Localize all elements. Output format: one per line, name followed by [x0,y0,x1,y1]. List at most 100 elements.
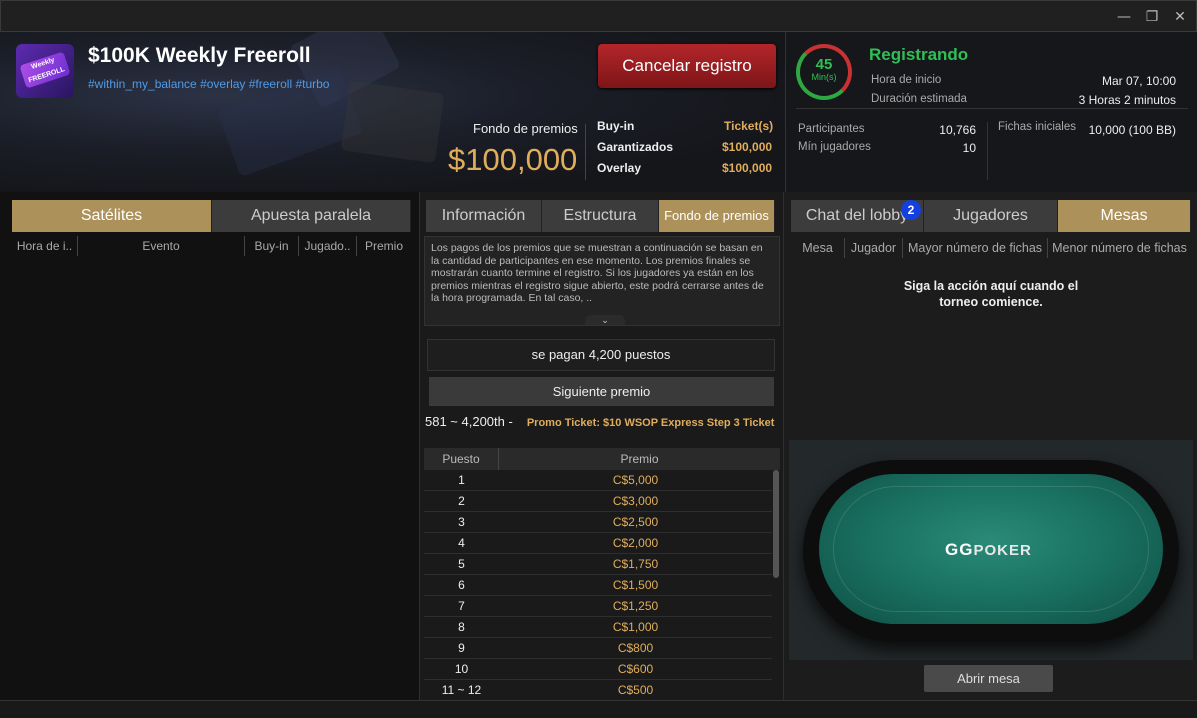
duration-value: 3 Horas 2 minutos [1078,93,1176,107]
message-line-2: torneo comience. [939,295,1043,309]
prize-table-scrollbar[interactable] [773,470,779,578]
poker-table-preview: GGPOKER [789,440,1193,660]
prize-cell: C$1,500 [612,578,659,592]
payout-info-body: Los pagos de los premios que se muestran… [431,242,764,304]
tables-panel: Chat del lobby 2 Jugadores Mesas Mesa Ju… [785,192,1197,700]
payout-info-text: Los pagos de los premios que se muestran… [424,236,780,326]
duration-label: Duración estimada [871,93,967,105]
paid-places: se pagan 4,200 puestos [427,339,775,371]
place-cell: 9 [458,641,465,655]
col-event[interactable]: Evento [78,236,245,256]
window-titlebar: — ❐ ✕ [0,0,1197,32]
prize-cell: C$600 [617,662,654,676]
prize-cell: C$2,000 [612,536,659,550]
table-row: 4 C$2,000 [424,533,772,554]
place-cell: 11 ~ 12 [441,683,482,697]
prize-cell: C$1,750 [612,557,659,571]
tournament-header: Weekly FREEROLL $100K Weekly Freeroll #w… [0,32,1197,192]
tab-lobby-chat-label: Chat del lobby [805,207,909,224]
tables-empty-message: Siga la acción aquí cuando el torneo com… [785,278,1197,310]
guaranteed-label: Garantizados [597,140,674,154]
col-least-chips[interactable]: Menor número de fichas [1048,238,1191,258]
tab-information[interactable]: Información [426,200,542,232]
buyin-value: Ticket(s) [724,119,774,133]
ggpoker-logo-gg: GG [945,540,974,559]
prize-table-header: Puesto Premio [424,448,780,470]
tournament-logo: Weekly FREEROLL [16,44,74,98]
status-divider [796,108,1188,109]
minimize-icon[interactable]: — [1114,7,1134,27]
close-icon[interactable]: ✕ [1170,7,1190,27]
prize-cell: C$2,500 [612,515,659,529]
place-cell: 6 [458,578,465,592]
logo-text: Weekly FREEROLL [19,51,71,89]
table-row: 3 C$2,500 [424,512,772,533]
next-prize-row: 581 ~ 4,200th - Promo Ticket: $10 WSOP Ex… [425,414,785,429]
tables-header: Mesa Jugador Mayor número de fichas Meno… [791,238,1191,258]
tab-prize-pool[interactable]: Fondo de premios [659,200,775,232]
tab-tables[interactable]: Mesas [1058,200,1191,232]
prize-cell: C$1,000 [612,620,659,634]
overlay-value: $100,000 [722,161,773,175]
buyin-label: Buy-in [597,119,635,133]
prize-cell: C$3,000 [612,494,659,508]
col-most-chips[interactable]: Mayor número de fichas [903,238,1048,258]
prize-pool-panel: Información Estructura Fondo de premios … [420,192,785,701]
countdown-timer: 45 Min(s) [796,44,852,100]
place-cell: 4 [458,536,465,550]
table-row: 1 C$5,000 [424,470,772,491]
col-start-time[interactable]: Hora de i.. [12,236,78,256]
tournament-tags[interactable]: #within_my_balance #overlay #freeroll #t… [88,77,329,91]
table-row: 2 C$3,000 [424,491,772,512]
col-buyin[interactable]: Buy-in [245,236,299,256]
col-prize-amount: Premio [620,452,659,466]
col-table[interactable]: Mesa [791,238,845,258]
next-prize-button[interactable]: Siguiente premio [429,377,774,406]
col-place: Puesto [424,448,499,470]
table-row: 10 C$600 [424,659,772,680]
cancel-registration-button[interactable]: Cancelar registro [598,44,776,88]
next-prize-range: 581 ~ 4,200th - [425,414,513,429]
table-row: 7 C$1,250 [424,596,772,617]
ggpoker-logo: GGPOKER [945,540,1032,560]
place-cell: 2 [458,494,465,508]
tab-lobby-chat[interactable]: Chat del lobby 2 [791,200,924,232]
prize-cell: C$1,250 [612,599,659,613]
chat-unread-badge: 2 [901,200,921,220]
ggpoker-logo-text: POKER [973,542,1032,559]
prize-table: 1 C$5,000 2 C$3,000 3 C$2,500 4 C$2,000 5 C$1… [424,470,772,701]
col-players[interactable]: Jugado.. [299,236,357,256]
tab-players[interactable]: Jugadores [924,200,1058,232]
guaranteed-value: $100,000 [722,140,773,154]
header-divider [585,124,586,180]
prize-cell: C$500 [617,683,654,697]
place-cell: 1 [458,473,465,487]
starting-chips-label: Fichas iniciales [998,121,1076,133]
participants-value: 10,766 [939,123,976,137]
chevron-down-icon[interactable]: ⌄ [585,315,625,325]
status-column-divider [987,122,988,180]
next-prize-value: Promo Ticket: $10 WSOP Express Step 3 Ti… [526,417,775,429]
participants-label: Participantes [798,123,865,135]
middle-tabs: Información Estructura Fondo de premios [426,200,775,232]
overlay-label: Overlay [597,161,642,175]
tab-structure[interactable]: Estructura [542,200,659,232]
open-table-button[interactable]: Abrir mesa [924,665,1053,692]
tab-satellites[interactable]: Satélites [12,200,212,232]
col-prize[interactable]: Premio [357,236,411,256]
table-row: 11 ~ 12 C$500 [424,680,772,701]
min-players-label: Mín jugadores [798,141,871,153]
min-players-value: 10 [962,141,976,155]
col-player[interactable]: Jugador [845,238,903,258]
place-cell: 10 [454,662,469,676]
prize-pool-label: Fondo de premios [473,121,578,136]
prize-cell: C$5,000 [612,473,659,487]
table-row: 6 C$1,500 [424,575,772,596]
start-time-value: Mar 07, 10:00 [1101,74,1176,88]
right-tabs: Chat del lobby 2 Jugadores Mesas [791,200,1191,232]
timer-unit: Min(s) [811,72,837,82]
restore-icon[interactable]: ❐ [1142,7,1162,27]
message-line-1: Siga la acción aquí cuando el [903,279,1079,293]
table-row: 8 C$1,000 [424,617,772,638]
tab-side-bet[interactable]: Apuesta paralela [212,200,411,232]
